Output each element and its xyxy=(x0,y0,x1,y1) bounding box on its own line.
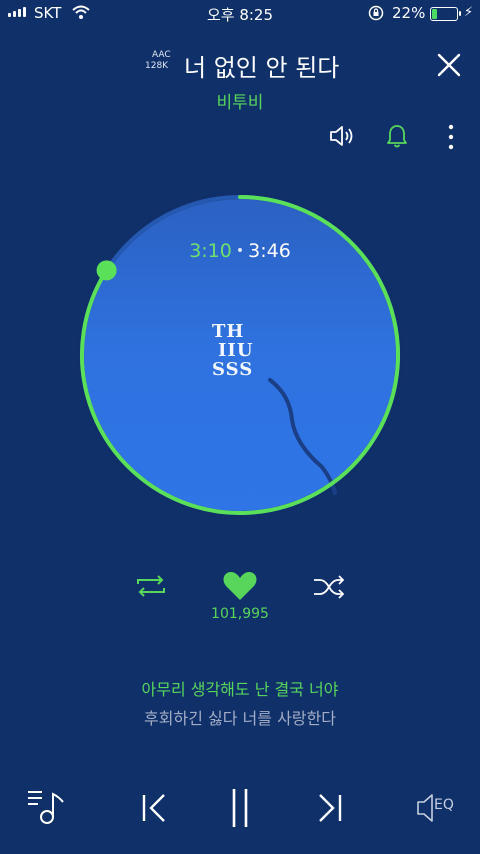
bell-icon[interactable] xyxy=(385,123,409,149)
previous-icon[interactable] xyxy=(140,792,170,824)
like-count: 101,995 xyxy=(211,606,269,622)
close-icon[interactable] xyxy=(436,52,462,78)
status-bar: SKT 오후 8:25 22% ⚡ xyxy=(0,0,480,28)
rotation-lock-icon xyxy=(368,5,384,21)
equalizer-icon[interactable] xyxy=(416,792,434,824)
playlist-icon[interactable] xyxy=(26,788,66,826)
audio-quality-badge: AAC 128K xyxy=(145,50,171,72)
speaker-icon[interactable] xyxy=(328,124,356,148)
repeat-icon[interactable] xyxy=(134,573,168,599)
pause-icon[interactable] xyxy=(228,787,252,829)
battery-level xyxy=(432,9,437,19)
album-logo-line3: SSS xyxy=(212,359,254,380)
album-logo-line2: IIU xyxy=(218,340,254,361)
playback-time: 3:10 • 3:46 xyxy=(0,240,480,262)
charging-icon: ⚡ xyxy=(464,5,474,20)
time-separator: • xyxy=(235,243,245,259)
battery-tip xyxy=(459,11,461,16)
current-time: 3:10 xyxy=(189,240,232,262)
battery-percent: 22% xyxy=(392,4,426,22)
lyric-next[interactable]: 후회하긴 싫다 너를 사랑한다 xyxy=(0,705,480,729)
more-vertical-icon[interactable] xyxy=(448,124,454,150)
next-icon[interactable] xyxy=(314,792,344,824)
shuffle-icon[interactable] xyxy=(312,575,346,599)
progress-knob[interactable] xyxy=(96,260,117,281)
artist-name[interactable]: 비투비 xyxy=(0,88,480,113)
song-title: 너 없인 안 된다 xyxy=(184,54,340,82)
eq-label[interactable]: EQ xyxy=(434,797,454,813)
lyric-current[interactable]: 아무리 생각해도 난 결국 너야 xyxy=(0,676,480,700)
quality-bitrate: 128K xyxy=(145,61,169,71)
album-logo-line1: TH xyxy=(212,321,245,342)
total-time: 3:46 xyxy=(248,240,291,262)
heart-icon[interactable] xyxy=(222,570,258,602)
album-logo: TH IIU SSS xyxy=(212,322,254,379)
battery-icon xyxy=(430,7,458,21)
quality-format: AAC xyxy=(152,50,171,60)
